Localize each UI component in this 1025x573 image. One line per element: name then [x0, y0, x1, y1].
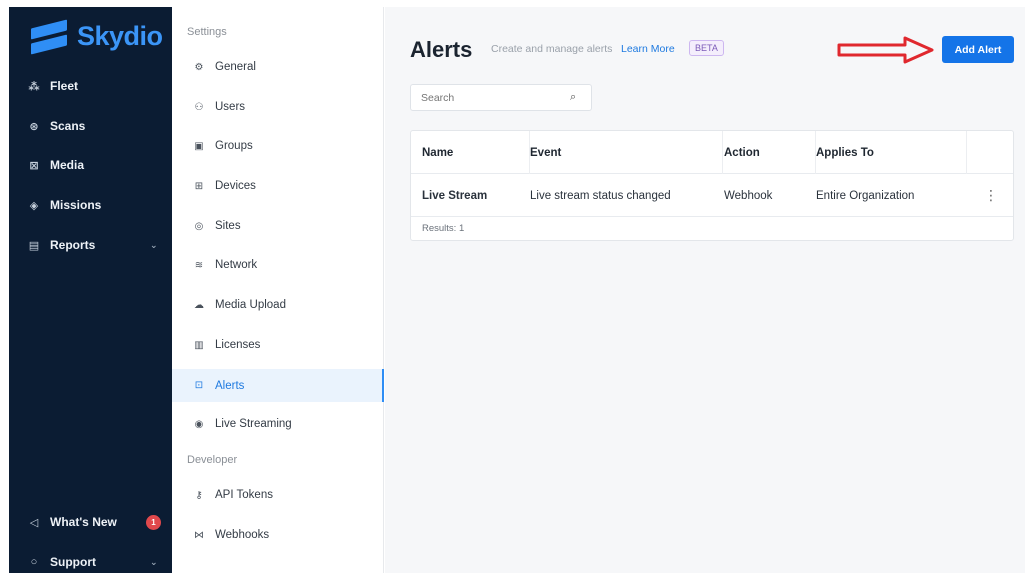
results-count: Results: 1: [422, 223, 465, 234]
column-header-action[interactable]: Action: [724, 131, 816, 174]
settings-item-network[interactable]: ≋ Network: [172, 250, 384, 280]
search-input[interactable]: [410, 84, 592, 111]
sidebar-item-whats-new[interactable]: ◁ What's New 1: [28, 514, 168, 530]
sidebar-item-missions[interactable]: ◈ Missions: [28, 198, 102, 212]
sidebar-item-label: Missions: [50, 198, 102, 212]
search-icon[interactable]: ⌕: [570, 91, 576, 104]
settings-section-title: Settings: [187, 26, 227, 38]
more-options-icon[interactable]: ⋮: [967, 174, 1015, 217]
main-sidebar: Skydio ⁂ Fleet ⊛ Scans ⊠ Media ◈ Mission…: [9, 7, 172, 573]
settings-item-label: General: [215, 61, 256, 73]
settings-item-webhooks[interactable]: ⋈ Webhooks: [172, 520, 384, 550]
gear-icon: ⚙: [194, 61, 204, 73]
media-icon: ⊠: [29, 159, 39, 172]
skydio-logo-icon: [31, 19, 67, 54]
settings-item-devices[interactable]: ⊞ Devices: [172, 171, 384, 201]
fleet-icon: ⁂: [28, 80, 40, 93]
settings-item-label: API Tokens: [215, 489, 273, 501]
settings-item-api-tokens[interactable]: ⚷ API Tokens: [172, 480, 384, 510]
sidebar-item-label: Media: [50, 158, 85, 172]
key-icon: ⚷: [195, 489, 203, 501]
settings-item-label: Devices: [215, 180, 256, 192]
cell-event: Live stream status changed: [530, 189, 671, 202]
alerts-table: Name Event Action Applies To Live Stream…: [410, 130, 1014, 241]
reports-icon: ▤: [28, 239, 40, 252]
settings-item-label: Alerts: [215, 379, 245, 392]
annotation-arrow-icon: [837, 36, 934, 64]
table-row[interactable]: Live Stream Live stream status changed W…: [411, 174, 1013, 217]
alert-icon: ⊡: [194, 380, 204, 391]
missions-icon: ◈: [29, 199, 39, 212]
cell-applies-to: Entire Organization: [816, 189, 915, 202]
sidebar-item-scans[interactable]: ⊛ Scans: [28, 119, 85, 133]
sidebar-item-fleet[interactable]: ⁂ Fleet: [28, 79, 78, 93]
sidebar-item-media[interactable]: ⊠ Media: [28, 158, 84, 172]
settings-item-groups[interactable]: ▣ Groups: [172, 131, 384, 161]
notification-badge: 1: [146, 514, 161, 530]
column-header-event[interactable]: Event: [530, 131, 723, 174]
sidebar-item-label: What's New: [50, 515, 117, 529]
cloud-upload-icon: ☁: [194, 299, 204, 311]
learn-more-link[interactable]: Learn More: [621, 43, 675, 55]
page-subtitle: Create and manage alerts: [491, 43, 613, 55]
column-header-menu: [967, 131, 1015, 174]
brand-name: Skydio: [77, 21, 163, 51]
chevron-down-icon: ⌄: [150, 239, 158, 250]
page-title: Alerts: [410, 37, 473, 62]
settings-item-label: Users: [215, 101, 246, 113]
location-pin-icon: ◎: [194, 220, 204, 232]
settings-item-label: Sites: [215, 220, 241, 232]
scans-icon: ⊛: [29, 120, 39, 133]
users-icon: ⚇: [194, 101, 204, 113]
settings-item-alerts[interactable]: ⊡ Alerts: [172, 369, 384, 402]
settings-item-label: Media Upload: [215, 299, 286, 311]
add-alert-button[interactable]: Add Alert: [942, 36, 1014, 63]
sidebar-item-label: Fleet: [50, 79, 79, 93]
broadcast-icon: ◉: [194, 418, 204, 430]
settings-item-live-streaming[interactable]: ◉ Live Streaming: [172, 409, 384, 439]
sidebar-item-reports[interactable]: ▤ Reports ⌄: [28, 238, 168, 252]
settings-item-label: Webhooks: [215, 529, 270, 541]
settings-item-label: Live Streaming: [215, 418, 292, 430]
settings-item-sites[interactable]: ◎ Sites: [172, 211, 384, 241]
chevron-down-icon: ⌄: [150, 556, 158, 567]
settings-nav: Settings ⚙ General ⚇ Users ▣ Groups ⊞ De…: [172, 7, 384, 573]
cell-name: Live Stream: [422, 189, 488, 202]
settings-item-media-upload[interactable]: ☁ Media Upload: [172, 290, 384, 320]
column-header-applies-to[interactable]: Applies To: [816, 131, 967, 174]
beta-badge: BETA: [689, 40, 724, 56]
app-root: Skydio ⁂ Fleet ⊛ Scans ⊠ Media ◈ Mission…: [0, 0, 1025, 573]
settings-item-label: Groups: [215, 140, 253, 152]
sidebar-item-label: Scans: [50, 119, 86, 133]
alerts-page: Alerts Create and manage alerts Learn Mo…: [385, 7, 1025, 573]
developer-section-title: Developer: [187, 454, 238, 466]
support-icon: ○: [30, 556, 38, 568]
wifi-icon: ≋: [194, 259, 204, 271]
sidebar-item-label: Support: [50, 555, 96, 569]
sidebar-item-label: Reports: [50, 238, 96, 252]
settings-item-users[interactable]: ⚇ Users: [172, 92, 384, 122]
settings-item-licenses[interactable]: ▥ Licenses: [172, 330, 384, 360]
megaphone-icon: ◁: [29, 516, 39, 529]
settings-item-general[interactable]: ⚙ General: [172, 52, 384, 82]
groups-icon: ▣: [194, 140, 204, 152]
column-header-name[interactable]: Name: [422, 131, 530, 174]
skydio-logo[interactable]: Skydio: [31, 19, 163, 54]
table-header: Name Event Action Applies To: [411, 131, 1013, 174]
barcode-icon: ▥: [194, 339, 204, 351]
devices-icon: ⊞: [194, 180, 204, 192]
webhook-icon: ⋈: [194, 529, 204, 541]
sidebar-item-support[interactable]: ○ Support ⌄: [28, 555, 168, 569]
settings-item-label: Licenses: [215, 339, 261, 351]
settings-item-label: Network: [215, 259, 258, 271]
cell-action: Webhook: [724, 189, 773, 202]
